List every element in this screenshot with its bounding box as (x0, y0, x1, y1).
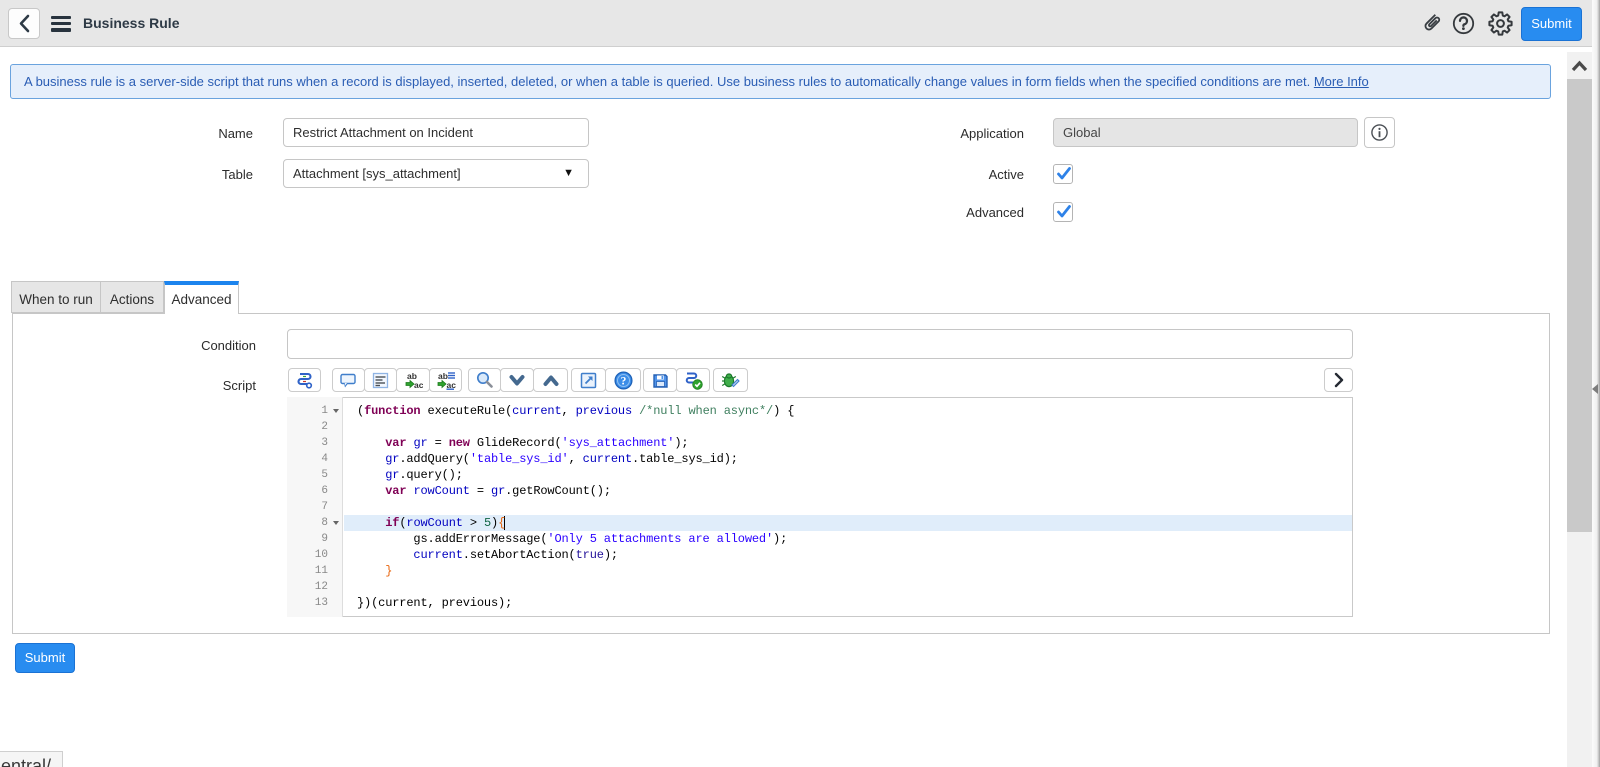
svg-text:ac: ac (414, 380, 423, 390)
svg-text:?: ? (621, 376, 627, 388)
